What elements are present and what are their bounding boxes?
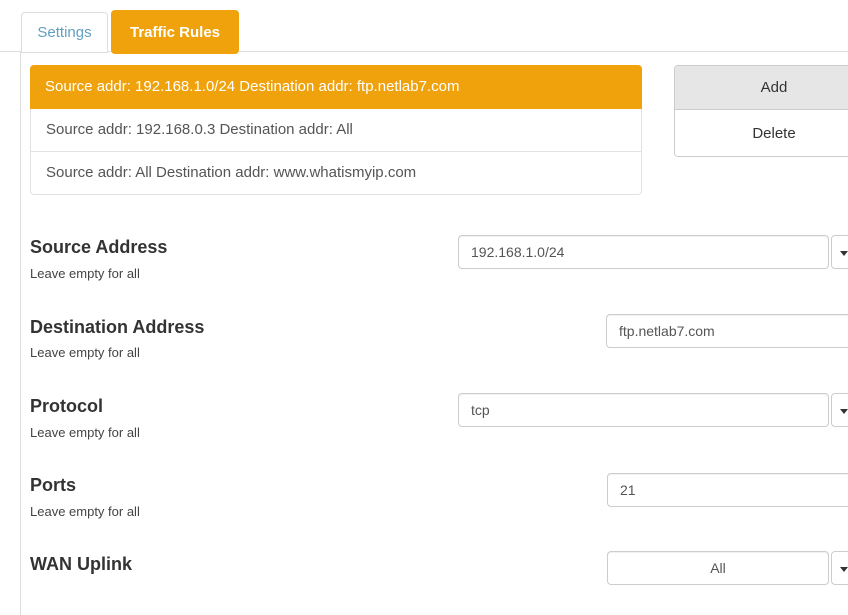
chevron-down-icon — [840, 567, 848, 572]
add-button[interactable]: Add — [675, 66, 848, 110]
wan-uplink-select[interactable] — [607, 551, 829, 585]
rule-actions-group: Add Delete — [674, 65, 848, 157]
chevron-down-icon — [840, 251, 848, 256]
ports-hint: Leave empty for all — [30, 504, 140, 519]
source-address-hint: Leave empty for all — [30, 266, 140, 281]
protocol-dropdown-button[interactable] — [831, 393, 848, 427]
rule-list: Source addr: 192.168.1.0/24 Destination … — [30, 65, 642, 195]
source-address-input[interactable] — [458, 235, 829, 269]
rule-row-selected[interactable]: Source addr: 192.168.1.0/24 Destination … — [30, 65, 642, 109]
protocol-input[interactable] — [458, 393, 829, 427]
tab-traffic-rules[interactable]: Traffic Rules — [111, 10, 239, 54]
rule-row[interactable]: Source addr: 192.168.0.3 Destination add… — [31, 109, 641, 151]
destination-address-hint: Leave empty for all — [30, 345, 140, 360]
rule-row[interactable]: Source addr: All Destination addr: www.w… — [31, 151, 641, 194]
chevron-down-icon — [840, 409, 848, 414]
source-address-label: Source Address — [30, 237, 167, 258]
wan-uplink-label: WAN Uplink — [30, 554, 132, 575]
delete-button[interactable]: Delete — [675, 110, 848, 156]
panel-left-border — [20, 51, 21, 615]
wan-uplink-dropdown-button[interactable] — [831, 551, 848, 585]
protocol-label: Protocol — [30, 396, 103, 417]
protocol-hint: Leave empty for all — [30, 425, 140, 440]
destination-address-label: Destination Address — [30, 317, 204, 338]
destination-address-input[interactable] — [606, 314, 848, 348]
tab-settings[interactable]: Settings — [21, 12, 108, 53]
source-address-dropdown-button[interactable] — [831, 235, 848, 269]
ports-input[interactable] — [607, 473, 848, 507]
traffic-rules-page: Settings Traffic Rules Source addr: 192.… — [0, 0, 848, 615]
ports-label: Ports — [30, 475, 76, 496]
